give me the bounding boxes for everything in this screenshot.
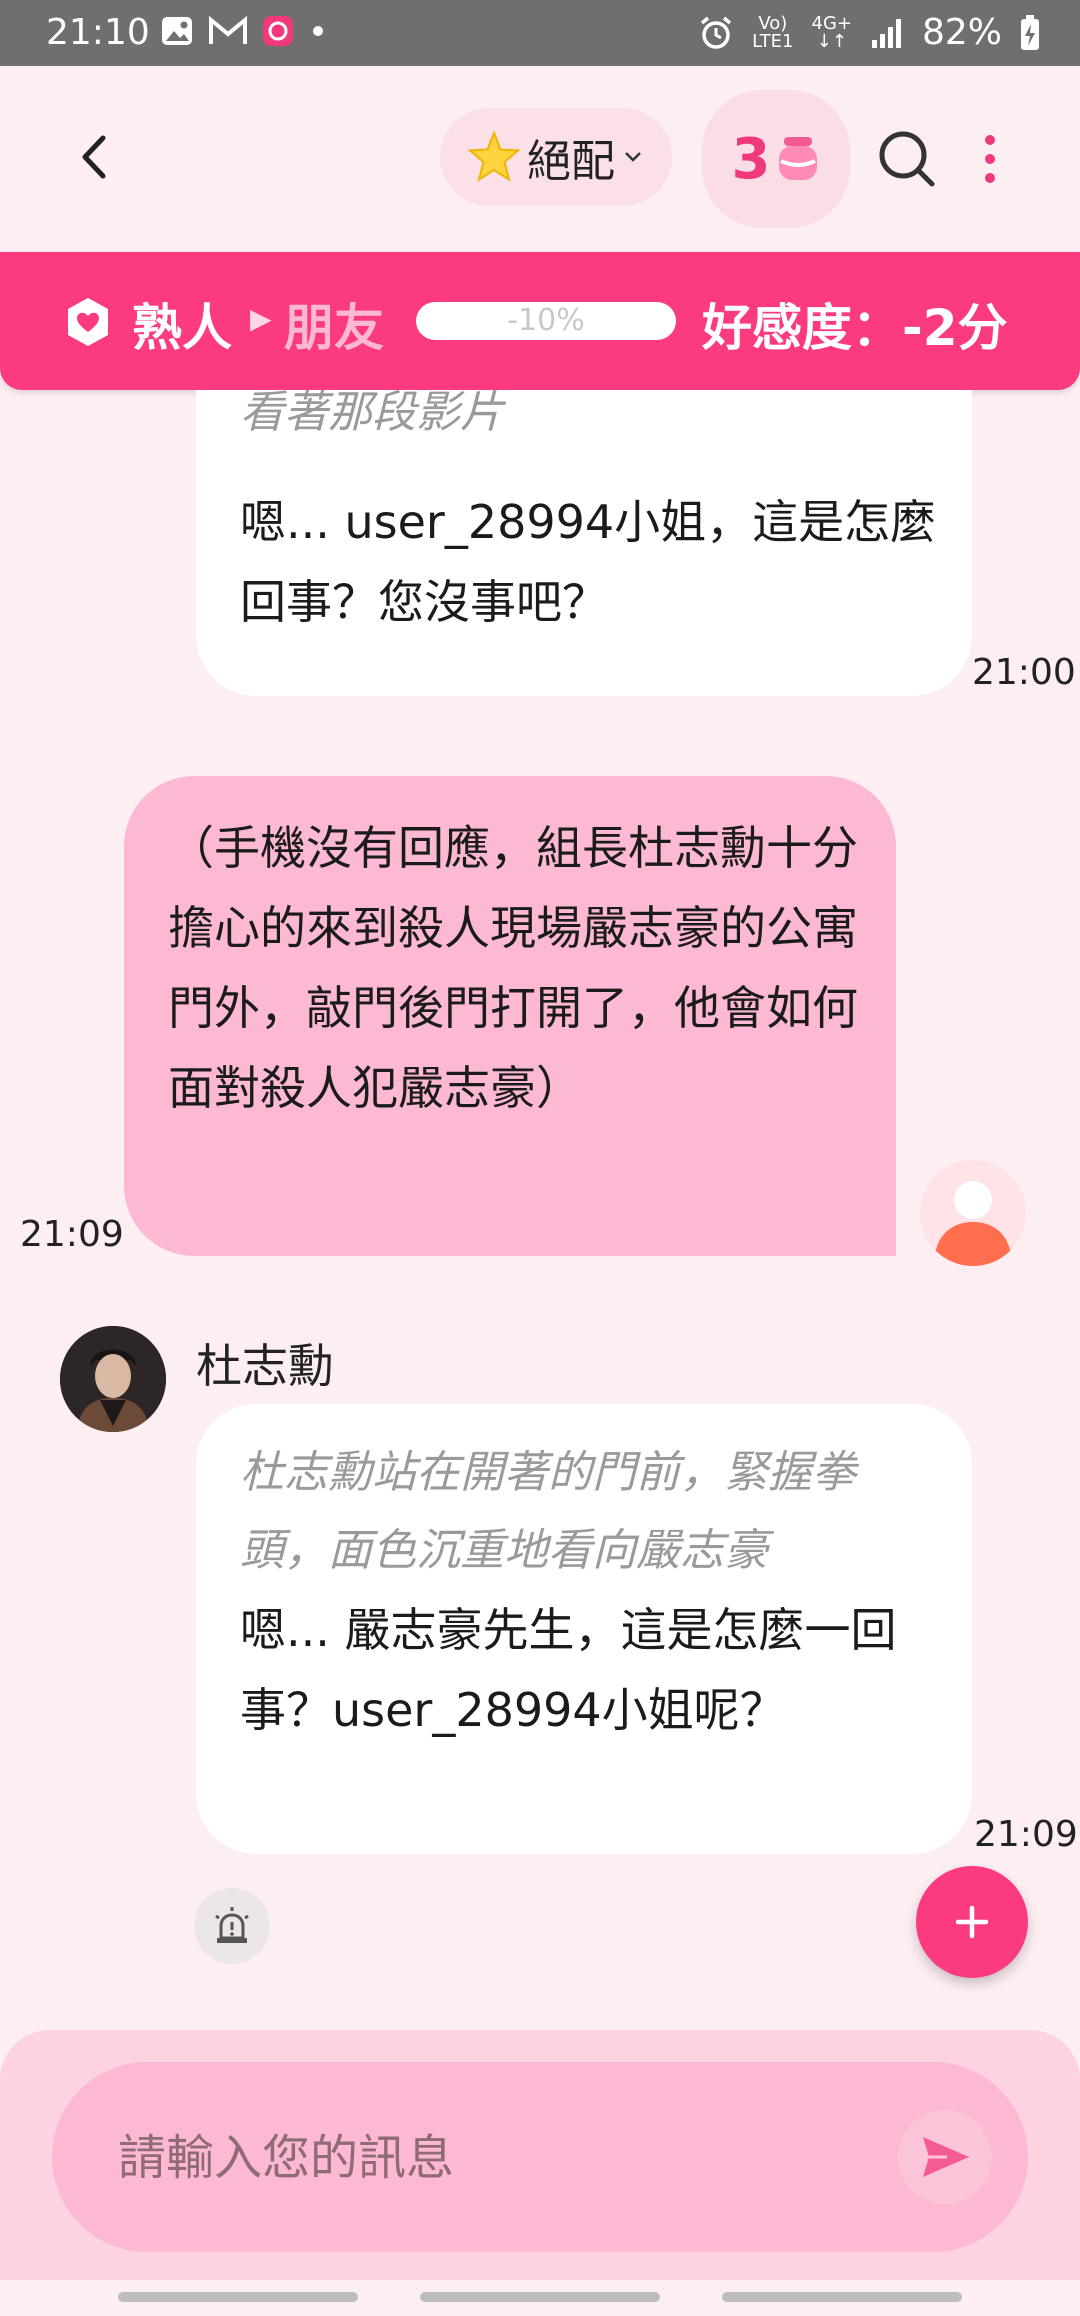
data-indicator: 4G+ ↓↑ [811,12,852,52]
message-time: 21:09 [20,1214,124,1255]
message-text: 嗯... 嚴志豪先生，這是怎麼一回事？user_28994小姐呢？ [240,1603,897,1737]
message-input-container [52,2062,1028,2254]
nav-recents-handle[interactable] [118,2292,358,2302]
more-vertical-icon [985,135,995,183]
chevron-down-icon [625,152,641,162]
nav-home-handle[interactable] [420,2292,660,2302]
message-action: 看著那段影片 [240,390,504,438]
send-button[interactable] [898,2110,992,2204]
relationship-progress-bar: -10% [416,302,676,340]
currency-count: 3 [731,126,771,192]
battery-charging-icon [1021,14,1039,50]
chat-messages: 看著那段影片 嗯... user_28994小姐，這是怎麼回事？您沒事吧？ 21… [0,390,1080,2030]
message-bubble-user: （手機沒有回應，組長杜志勳十分擔心的來到殺人現場嚴志豪的公寓門外，敲門後門打開了… [124,776,896,1256]
back-button[interactable] [60,122,130,192]
match-badge[interactable]: 絕配 [440,108,672,206]
chat-header: 絕配 3 [0,66,1080,252]
user-avatar-icon [934,1181,1012,1266]
relationship-bar: 熟人 ▶ 朋友 -10% 好感度：-2分 [0,252,1080,390]
star-icon [467,130,521,182]
message-bubble-ai: 看著那段影片 嗯... user_28994小姐，這是怎麼回事？您沒事吧？ [196,390,972,696]
volte-indicator: Vo) LTE1 [752,12,794,52]
message-text: （手機沒有回應，組長杜志勳十分擔心的來到殺人現場嚴志豪的公寓門外，敲門後門打開了… [168,821,858,1115]
character-portrait-icon [60,1326,166,1432]
message-text: 嗯... user_28994小姐，這是怎麼回事？您沒事吧？ [240,495,937,629]
add-button[interactable] [916,1866,1028,1978]
status-bar: 21:10 Vo) LTE1 4G+ ↓↑ 82% [0,0,1080,66]
nav-back-handle[interactable] [722,2292,962,2302]
send-icon [923,2137,969,2177]
system-navigation-bar [0,2280,1080,2316]
report-button[interactable] [194,1888,270,1964]
relationship-current-level: 熟人 [132,299,232,357]
siren-icon [215,1907,249,1943]
honey-jar-icon [779,137,818,180]
message-composer [0,2030,1080,2280]
relationship-next-level: 朋友 [284,299,384,357]
signal-icon [871,18,901,48]
sender-name: 杜志勳 [196,1339,334,1393]
message-time: 21:00 [972,652,1076,693]
plus-icon [955,1905,989,1939]
match-label: 絕配 [527,136,615,187]
app-notification-icon [263,16,293,46]
image-icon [162,17,192,45]
message-input[interactable] [116,2062,880,2254]
search-icon [879,131,935,187]
search-button[interactable] [872,124,942,194]
character-avatar[interactable] [60,1326,166,1432]
relationship-progress-text: -10% [507,303,585,338]
user-avatar[interactable] [920,1160,1026,1266]
more-menu-button[interactable] [968,124,1012,194]
affection-score: 好感度：-2分 [702,299,1008,357]
gmail-icon [209,15,247,44]
battery-level: 82% [921,12,1002,53]
chevron-left-icon [82,135,106,179]
message-time: 21:09 [974,1814,1078,1855]
arrow-right-icon: ▶ [250,302,272,335]
message-action: 杜志勳站在開著的門前，緊握拳頭，面色沉重地看向嚴志豪 [240,1447,856,1576]
shield-heart-icon [68,298,108,346]
currency-button[interactable]: 3 [702,90,850,228]
message-bubble-ai: 杜志勳站在開著的門前，緊握拳頭，面色沉重地看向嚴志豪 嗯... 嚴志豪先生，這是… [196,1404,972,1854]
status-time: 21:10 [46,12,150,53]
alarm-icon [701,16,732,49]
dot-icon [313,26,323,36]
